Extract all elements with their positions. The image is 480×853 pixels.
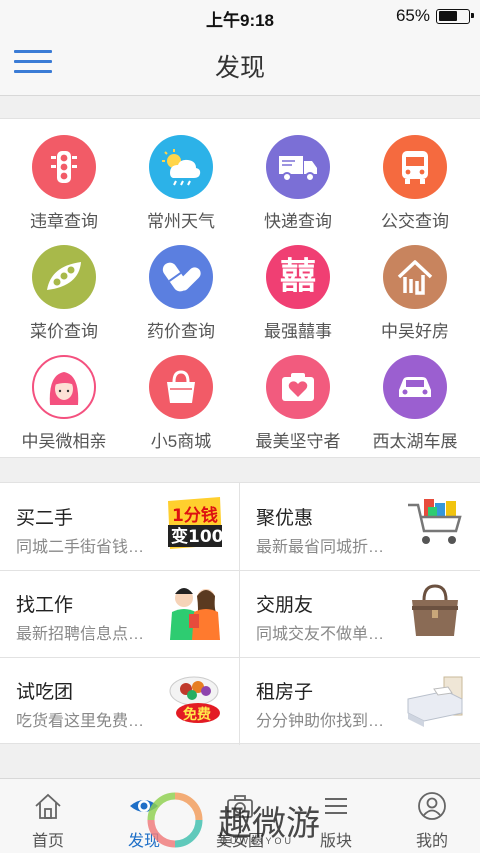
watermark: 趣微游 QUWEIYOU — [140, 790, 370, 850]
battery-indicator: 65% — [395, 6, 474, 26]
girl-avatar-icon — [32, 355, 96, 419]
list-item-tasting[interactable]: 试吃团 吃货看这里免费… 免费 — [0, 657, 240, 744]
grid-label: 中吴好房 — [381, 322, 449, 341]
shopping-cart-image — [404, 495, 466, 553]
grid-item-weather[interactable]: 常州天气 — [121, 123, 241, 233]
grid-item-best-guardian[interactable]: 最美坚守者 — [238, 343, 358, 453]
grid-item-bus-query[interactable]: 公交查询 — [355, 123, 475, 233]
home-icon — [35, 793, 61, 819]
free-food-image: 免费 — [164, 669, 226, 727]
grid-item-express-query[interactable]: 快递查询 — [238, 123, 358, 233]
list-item-subtitle: 同城二手街省钱… — [16, 539, 145, 556]
list-item-deals[interactable]: 聚优惠 最新最省同城折… — [240, 483, 480, 570]
grid-item-vegetable-price[interactable]: 菜价查询 — [4, 233, 124, 343]
list-item-title: 试吃团 — [16, 682, 74, 703]
battery-icon — [436, 8, 474, 24]
delivery-truck-icon — [266, 135, 330, 199]
heart-camera-icon — [266, 355, 330, 419]
nav-bar: 发现 — [0, 32, 480, 96]
grid-label: 快递查询 — [264, 212, 332, 231]
list-item-friends[interactable]: 交朋友 同城交友不做单… — [240, 570, 480, 657]
double-happiness-icon: 囍 — [266, 245, 330, 309]
grid-label: 西太湖车展 — [372, 432, 458, 451]
pea-pod-icon — [32, 245, 96, 309]
bed-image — [404, 669, 466, 727]
chefs-image — [164, 582, 226, 640]
car-icon — [383, 355, 447, 419]
pill-icon — [149, 245, 213, 309]
list-item-rent[interactable]: 租房子 分分钟助你找到… — [240, 657, 480, 744]
grid-item-violation-query[interactable]: 违章查询 — [4, 123, 124, 233]
grid-label: 公交查询 — [381, 212, 449, 231]
list-item-second-hand[interactable]: 买二手 同城二手街省钱… 1分钱 变100 — [0, 483, 240, 570]
list-item-title: 聚优惠 — [256, 508, 314, 529]
grid-label: 最强囍事 — [264, 322, 332, 341]
grid-item-wedding[interactable]: 囍 最强囍事 — [238, 233, 358, 343]
list-item-title: 买二手 — [16, 508, 74, 529]
status-bar: 上午9:18 65% — [0, 0, 480, 32]
list-item-subtitle: 同城交友不做单… — [256, 626, 385, 643]
list-item-subtitle: 最新招聘信息点… — [16, 626, 145, 643]
traffic-light-icon — [32, 135, 96, 199]
tab-label: 我的 — [415, 833, 448, 850]
grid-item-blind-date[interactable]: 中吴微相亲 — [4, 343, 124, 453]
list-item-subtitle: 吃货看这里免费… — [16, 713, 145, 730]
list-item-jobs[interactable]: 找工作 最新招聘信息点… — [0, 570, 240, 657]
list-item-title: 找工作 — [16, 595, 74, 616]
battery-percent: 65% — [395, 6, 430, 25]
tab-label: 首页 — [31, 833, 64, 850]
grid-label: 小5商城 — [150, 432, 212, 451]
grid-item-car-show[interactable]: 西太湖车展 — [355, 343, 475, 453]
tab-profile[interactable]: 我的 — [384, 779, 480, 853]
grid-label: 菜价查询 — [30, 322, 98, 341]
list-item-title: 交朋友 — [256, 595, 314, 616]
grid-label: 药价查询 — [147, 322, 215, 341]
house-icon — [383, 245, 447, 309]
page-title: 发现 — [214, 54, 265, 82]
weather-icon — [149, 135, 213, 199]
grid-label: 中吴微相亲 — [21, 432, 107, 451]
tab-home[interactable]: 首页 — [0, 779, 96, 853]
grid-item-housing[interactable]: 中吴好房 — [355, 233, 475, 343]
watermark-logo-icon — [147, 792, 203, 848]
watermark-subtext: QUWEIYOU — [220, 836, 295, 846]
promo-one-cent-text: 1分钱 — [172, 505, 218, 526]
service-list: 买二手 同城二手街省钱… 1分钱 变100 聚优惠 最新最省同城折… 找工作 最新… — [0, 482, 480, 745]
feature-grid: 违章查询 常州天气 快递查询 公交查询 菜价查询 药价查询 囍 最强囍事 中吴好… — [0, 118, 480, 458]
list-item-subtitle: 分分钟助你找到… — [256, 713, 385, 730]
list-item-subtitle: 最新最省同城折… — [256, 539, 385, 556]
grid-label: 最美坚守者 — [255, 432, 341, 451]
handbag-image — [404, 582, 466, 640]
one-cent-promo-image: 1分钱 变100 — [164, 495, 226, 553]
profile-icon — [418, 792, 446, 820]
battery-fill — [438, 11, 458, 21]
shopping-bag-icon — [149, 355, 213, 419]
grid-item-mall[interactable]: 小5商城 — [121, 343, 241, 453]
free-badge-text: 免费 — [183, 706, 211, 723]
bus-icon — [383, 135, 447, 199]
promo-hundred-text: 变100 — [171, 526, 224, 547]
grid-label: 常州天气 — [147, 212, 215, 231]
grid-label: 违章查询 — [30, 212, 98, 231]
grid-item-medicine-price[interactable]: 药价查询 — [121, 233, 241, 343]
list-item-title: 租房子 — [256, 682, 314, 703]
